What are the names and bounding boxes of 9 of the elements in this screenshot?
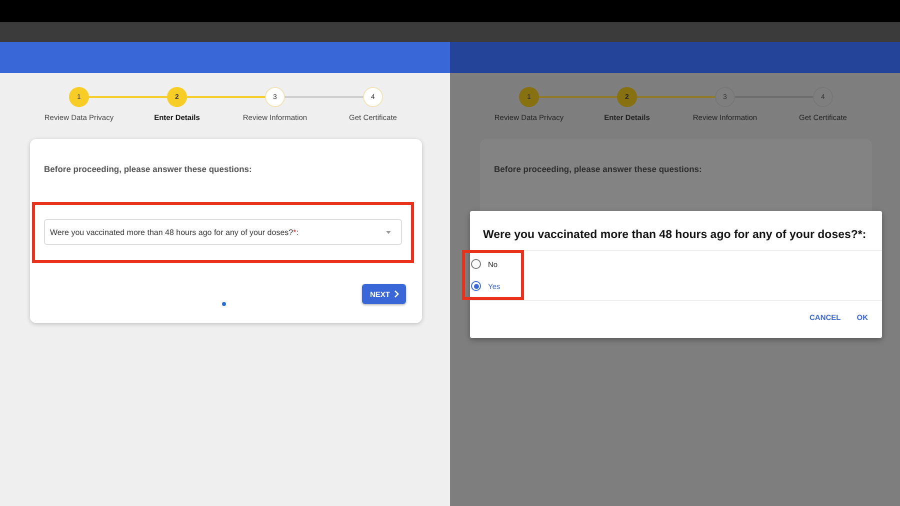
- chevron-icon: [394, 290, 399, 298]
- card-heading: Before proceeding, please answer these questions:: [494, 164, 703, 174]
- dialog-title: Were you vaccinated more than 48 hours ago for any of your doses?*:: [483, 229, 868, 241]
- caret-icon: [386, 230, 391, 234]
- field-label: Were you vaccinated more than 48 hours ago for any of your doses?*:: [50, 228, 298, 236]
- select-field[interactable]: Were you vaccinated more than 48 hours ago for any of your doses?*:: [44, 219, 402, 245]
- radio-button[interactable]: [471, 259, 481, 269]
- card-heading: Before proceeding, please answer these questions:: [44, 164, 253, 174]
- radio-button[interactable]: [471, 281, 481, 291]
